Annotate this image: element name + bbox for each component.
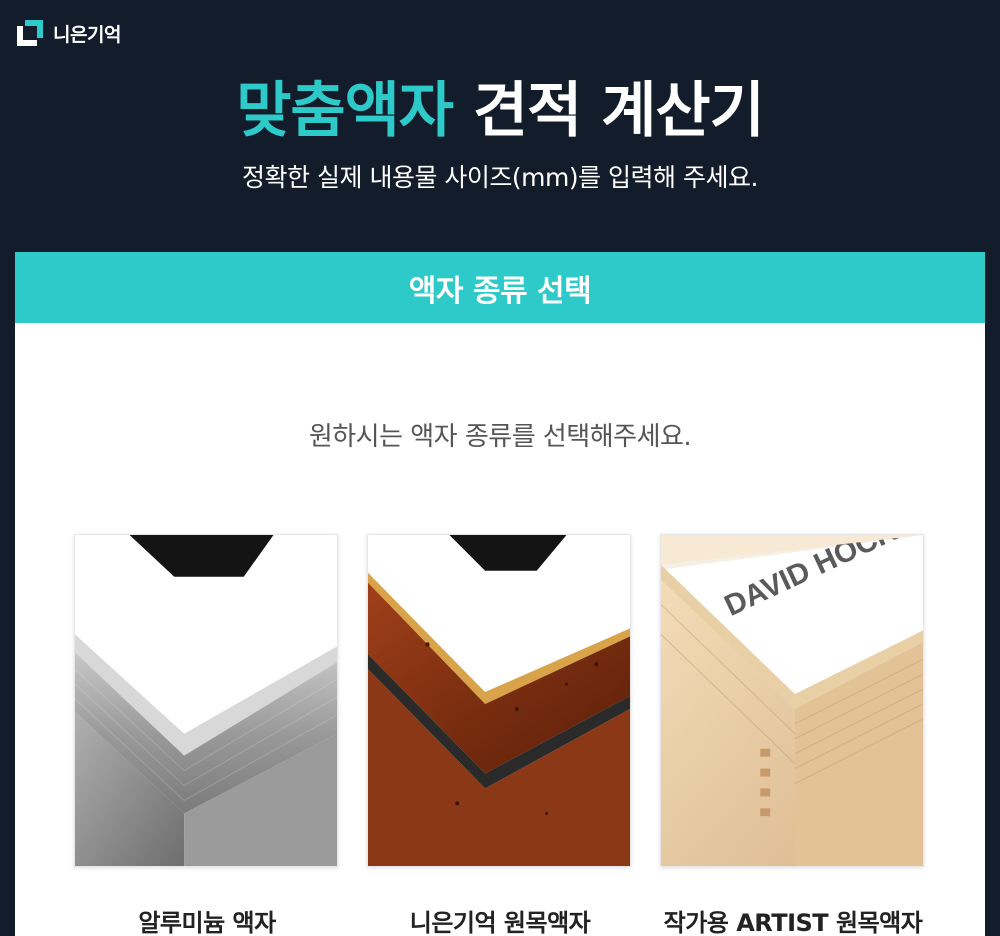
brand-name: 니은기억	[53, 23, 121, 46]
artist-wood-frame-image[interactable]: DAVID HOCKN	[660, 534, 924, 867]
wood-frame-image[interactable]	[367, 534, 631, 867]
page-title-rest: 견적 계산기	[472, 76, 765, 146]
brand-logo[interactable]: 니은기억	[15, 18, 121, 48]
page-title: 맞춤액자 견적 계산기	[0, 70, 1000, 152]
page-subtitle: 정확한 실제 내용물 사이즈(mm)를 입력해 주세요.	[242, 163, 758, 192]
frame-type-panel: 액자 종류 선택 원하시는 액자 종류를 선택해주세요. 알루미늄 액자 니은기…	[15, 252, 985, 936]
frame-option-wood[interactable]: 니은기억 원목액자	[367, 534, 633, 936]
section-instruction: 원하시는 액자 종류를 선택해주세요.	[308, 422, 692, 452]
aluminum-frame-image[interactable]	[74, 534, 338, 867]
section-heading: 액자 종류 선택	[15, 252, 985, 323]
frame-option-aluminum[interactable]: 알루미늄 액자	[74, 534, 340, 936]
frame-option-label: 작가용 ARTIST 원목액자	[663, 909, 923, 936]
frame-option-artist[interactable]: DAVID HOCKN 작가용 ARTIST 원목액자	[660, 534, 926, 936]
page-title-accent: 맞춤액자	[236, 76, 454, 146]
frame-option-label: 니은기억 원목액자	[409, 909, 591, 936]
frame-corner-logo-icon	[15, 18, 45, 48]
frame-option-label: 알루미늄 액자	[138, 909, 276, 936]
